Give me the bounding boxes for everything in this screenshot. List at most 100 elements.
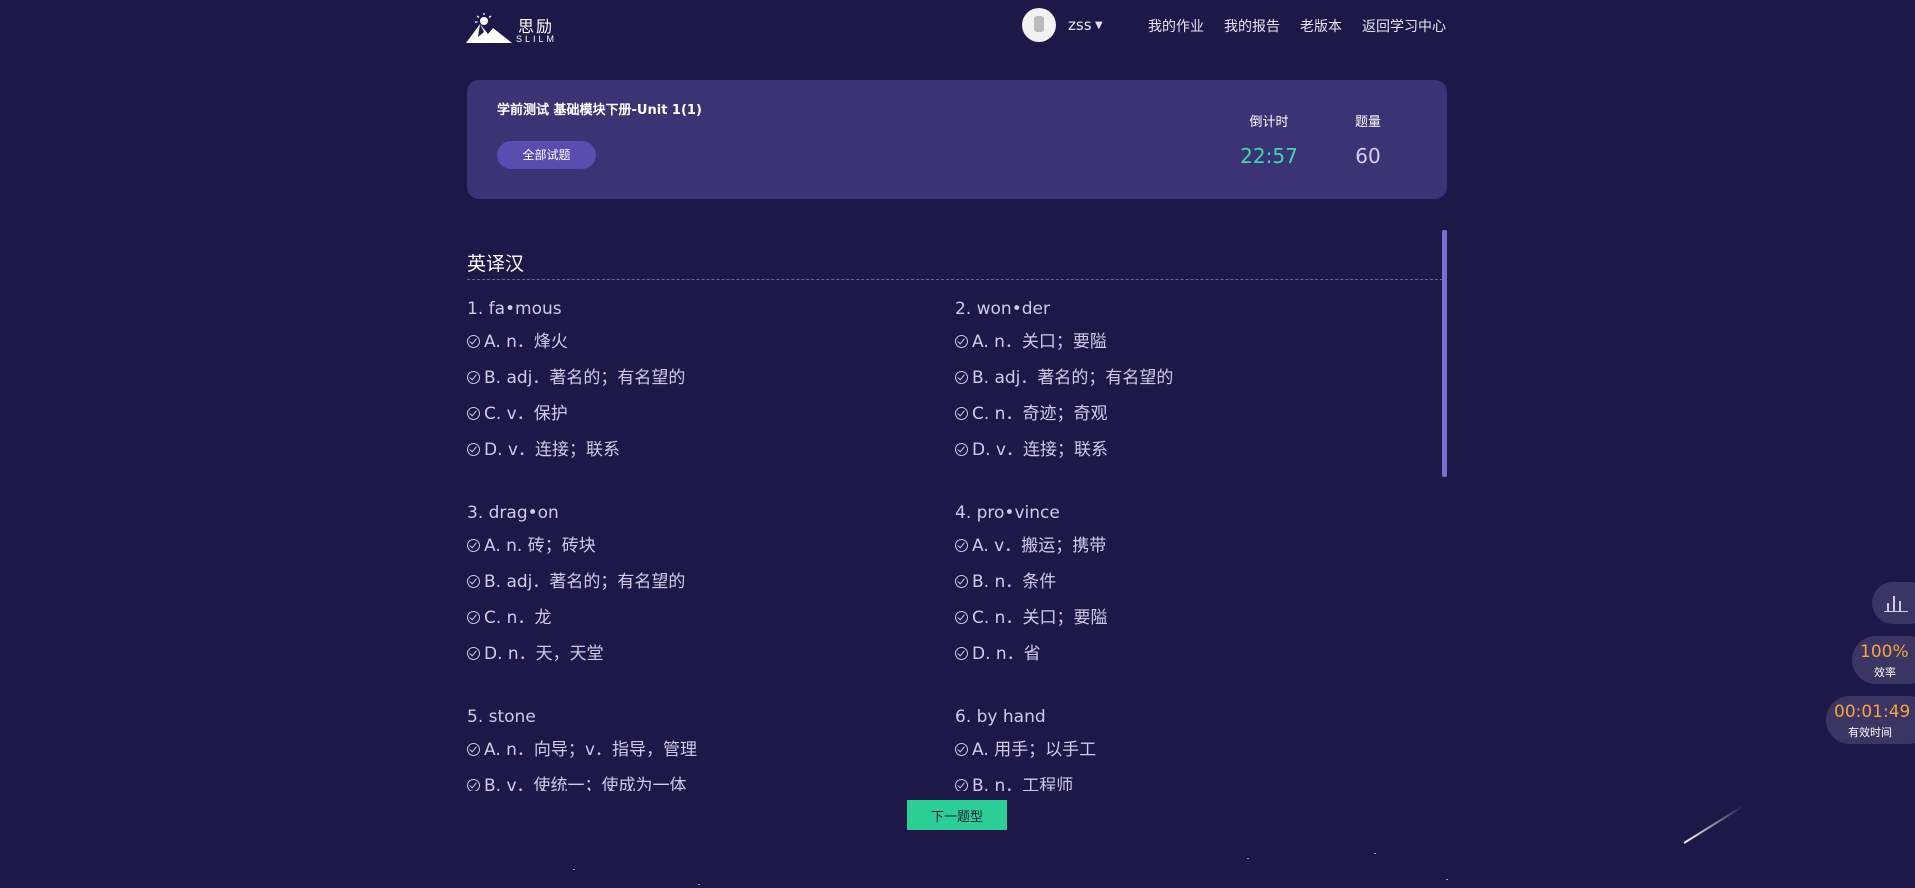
option-a[interactable]: A. n. 砖；砖块 xyxy=(467,528,927,564)
option-c[interactable]: C. n．奇迹；奇观 xyxy=(955,396,1415,432)
stats-button[interactable] xyxy=(1872,582,1915,624)
star-dot xyxy=(1446,879,1448,880)
option-d[interactable]: D. v．连接；联系 xyxy=(955,432,1415,468)
effective-time-widget: 00:01:49 有效时间 xyxy=(1826,696,1915,744)
option-text: B. adj．著名的；有名望的 xyxy=(972,368,1174,388)
nav-my-homework[interactable]: 我的作业 xyxy=(1148,16,1204,36)
question-panel: 英译汉 1. fa•mous A. n．烽火 B. adj．著名的；有名望的 C… xyxy=(467,229,1447,791)
nav-old-version[interactable]: 老版本 xyxy=(1300,16,1342,36)
option-text: B. n．工程师 xyxy=(972,776,1074,791)
check-circle-icon xyxy=(467,611,480,624)
option-c[interactable]: C. n．关口；要隘 xyxy=(955,600,1415,636)
question-word: 3. drag•on xyxy=(467,503,559,523)
check-circle-icon xyxy=(955,611,968,624)
check-circle-icon xyxy=(467,335,480,348)
efficiency-label: 效率 xyxy=(1874,666,1896,679)
option-text: B. n．条件 xyxy=(972,572,1057,592)
effective-time-value: 00:01:49 xyxy=(1834,702,1911,722)
question-word: 4. pro•vince xyxy=(955,503,1060,523)
option-b[interactable]: B. n．工程师 xyxy=(955,768,1415,791)
option-text: A. n．烽火 xyxy=(484,332,568,352)
logo-en-text: SLILM xyxy=(516,34,558,44)
check-circle-icon xyxy=(467,575,480,588)
question-word: 1. fa•mous xyxy=(467,299,562,319)
check-circle-icon xyxy=(955,335,968,348)
star-dot xyxy=(573,869,575,870)
star-dot xyxy=(698,884,700,885)
question-count-label: 题量 xyxy=(1354,115,1381,130)
option-text: A. n．关口；要隘 xyxy=(972,332,1107,352)
nav-my-report[interactable]: 我的报告 xyxy=(1224,16,1280,36)
section-title: 英译汉 xyxy=(467,253,525,275)
username[interactable]: zss xyxy=(1068,16,1092,34)
check-circle-icon xyxy=(467,539,480,552)
question-count-value: 60 xyxy=(1355,144,1381,168)
option-c[interactable]: C. n．龙 xyxy=(467,600,927,636)
scrollbar-thumb[interactable] xyxy=(1442,230,1447,477)
option-b[interactable]: B. v．使统一；使成为一体 xyxy=(467,768,927,791)
check-circle-icon xyxy=(955,779,968,791)
star-dot xyxy=(1247,858,1249,859)
chevron-down-icon[interactable]: ▼ xyxy=(1095,20,1103,31)
shooting-star xyxy=(1683,805,1744,844)
option-a[interactable]: A. n．烽火 xyxy=(467,324,927,360)
avatar[interactable] xyxy=(1022,8,1056,42)
all-questions-button[interactable]: 全部试题 xyxy=(497,141,596,169)
option-b[interactable]: B. adj．著名的；有名望的 xyxy=(955,360,1415,396)
check-circle-icon xyxy=(467,443,480,456)
check-circle-icon xyxy=(955,575,968,588)
logo[interactable]: 思励 SLILM xyxy=(466,10,562,46)
question-item: 6. by hand A. 用手；以手工 B. n．工程师 xyxy=(955,702,1415,791)
star-dot xyxy=(1374,853,1376,854)
option-text: C. n．奇迹；奇观 xyxy=(972,404,1108,424)
option-text: B. adj．著名的；有名望的 xyxy=(484,572,686,592)
check-circle-icon xyxy=(467,407,480,420)
option-a[interactable]: A. v．搬运；携带 xyxy=(955,528,1415,564)
bar-chart-icon xyxy=(1884,596,1908,612)
next-section-button[interactable]: 下一题型 xyxy=(907,800,1007,830)
section-divider xyxy=(467,279,1443,280)
question-word: 6. by hand xyxy=(955,707,1046,727)
option-d[interactable]: D. n．天，天堂 xyxy=(467,636,927,672)
option-b[interactable]: B. n．条件 xyxy=(955,564,1415,600)
question-item: 4. pro•vince A. v．搬运；携带 B. n．条件 C. n．关口；… xyxy=(955,498,1415,672)
option-a[interactable]: A. n．关口；要隘 xyxy=(955,324,1415,360)
question-word: 5. stone xyxy=(467,707,536,727)
option-text: A. 用手；以手工 xyxy=(972,740,1097,760)
efficiency-value: 100% xyxy=(1860,642,1909,662)
test-info-card: 学前测试 基础模块下册-Unit 1(1) 全部试题 倒计时 22:57 题量 … xyxy=(467,80,1447,199)
check-circle-icon xyxy=(955,371,968,384)
mountain-logo-icon xyxy=(466,13,512,43)
countdown-value: 22:57 xyxy=(1240,144,1298,168)
option-text: D. v．连接；联系 xyxy=(484,440,620,460)
option-text: B. adj．著名的；有名望的 xyxy=(484,368,686,388)
option-text: C. v．保护 xyxy=(484,404,568,424)
option-d[interactable]: D. n．省 xyxy=(955,636,1415,672)
efficiency-widget: 100% 效率 xyxy=(1852,636,1915,684)
option-text: D. n．省 xyxy=(972,644,1041,664)
option-text: A. n. 砖；砖块 xyxy=(484,536,596,556)
check-circle-icon xyxy=(955,647,968,660)
nav-back-to-learning-center[interactable]: 返回学习中心 xyxy=(1362,16,1446,36)
question-word: 2. won•der xyxy=(955,299,1050,319)
option-text: C. n．关口；要隘 xyxy=(972,608,1108,628)
check-circle-icon xyxy=(955,443,968,456)
option-text: A. n．向导；v．指导，管理 xyxy=(484,740,697,760)
question-item: 2. won•der A. n．关口；要隘 B. adj．著名的；有名望的 C.… xyxy=(955,294,1415,468)
option-d[interactable]: D. v．连接；联系 xyxy=(467,432,927,468)
option-text: B. v．使统一；使成为一体 xyxy=(484,776,687,791)
check-circle-icon xyxy=(467,779,480,791)
option-text: C. n．龙 xyxy=(484,608,552,628)
option-a[interactable]: A. 用手；以手工 xyxy=(955,732,1415,768)
check-circle-icon xyxy=(955,407,968,420)
effective-time-label: 有效时间 xyxy=(1848,726,1892,739)
countdown-label: 倒计时 xyxy=(1249,115,1289,130)
question-item: 5. stone A. n．向导；v．指导，管理 B. v．使统一；使成为一体 xyxy=(467,702,927,791)
option-c[interactable]: C. v．保护 xyxy=(467,396,927,432)
option-b[interactable]: B. adj．著名的；有名望的 xyxy=(467,564,927,600)
option-text: A. v．搬运；携带 xyxy=(972,536,1107,556)
check-circle-icon xyxy=(955,743,968,756)
option-a[interactable]: A. n．向导；v．指导，管理 xyxy=(467,732,927,768)
option-b[interactable]: B. adj．著名的；有名望的 xyxy=(467,360,927,396)
check-circle-icon xyxy=(467,371,480,384)
